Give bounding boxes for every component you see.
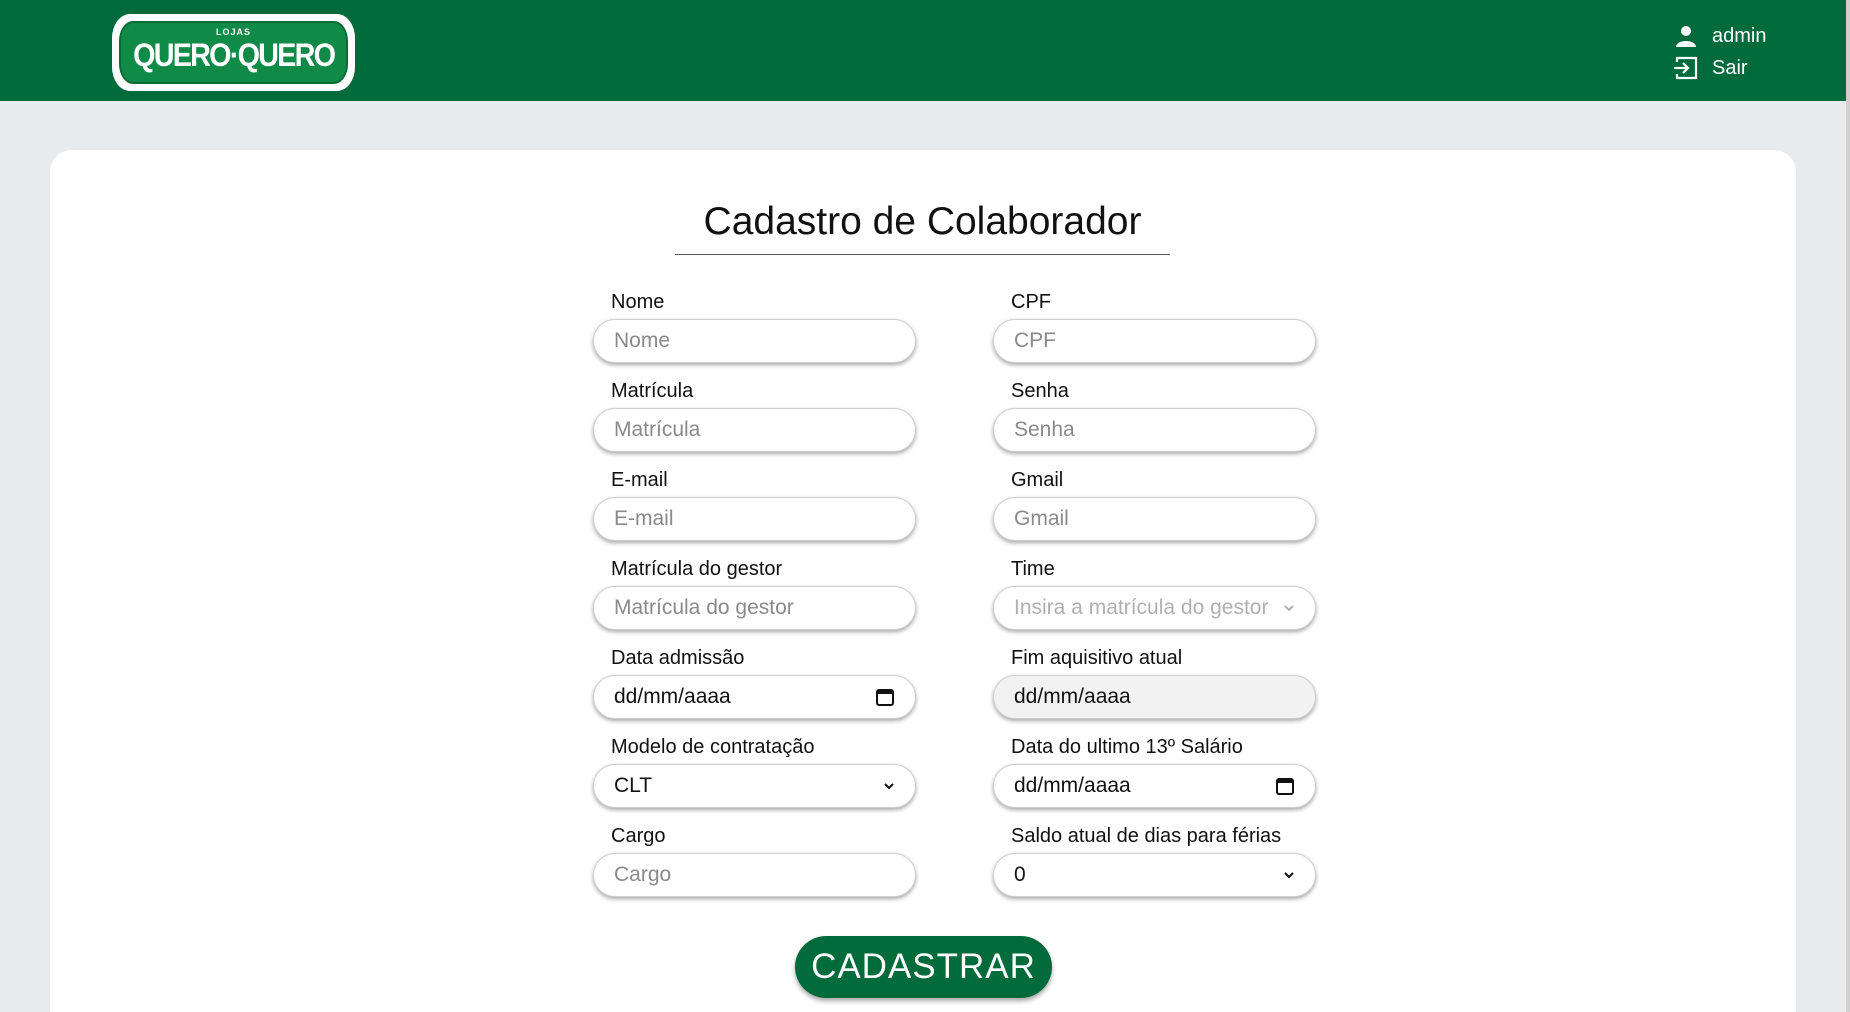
matricula-input[interactable]: Matrícula: [593, 408, 916, 452]
page-title: Cadastro de Colaborador: [703, 200, 1142, 243]
calendar-icon[interactable]: [875, 687, 895, 707]
matricula-gestor-input[interactable]: Matrícula do gestor: [593, 586, 916, 630]
data-admissao-input[interactable]: dd/mm/aaaa: [593, 675, 916, 719]
chevron-down-icon: [883, 780, 895, 792]
data-admissao-label: Data admissão: [611, 647, 745, 669]
time-placeholder: Insira a matrícula do gestor: [1014, 596, 1269, 619]
cadastrar-button[interactable]: CADASTRAR: [795, 936, 1052, 998]
brand-logo[interactable]: LOJAS QUERO·QUERO: [112, 14, 355, 91]
modelo-contratacao-select[interactable]: CLT: [593, 764, 916, 808]
modelo-contratacao-value: CLT: [614, 774, 653, 797]
data-admissao-value: dd/mm/aaaa: [614, 685, 731, 708]
ultimo-13-label: Data do ultimo 13º Salário: [1011, 736, 1243, 758]
nome-label: Nome: [611, 291, 665, 313]
fim-aquisitivo-label: Fim aquisitivo atual: [1011, 647, 1183, 669]
gmail-label: Gmail: [1011, 469, 1064, 491]
cargo-label: Cargo: [611, 825, 666, 847]
matricula-label: Matrícula: [611, 380, 694, 402]
chevron-down-icon: [1283, 602, 1295, 614]
email-input[interactable]: E-mail: [593, 497, 916, 541]
matricula-gestor-label: Matrícula do gestor: [611, 558, 783, 580]
logout-button[interactable]: Sair: [1672, 52, 1812, 84]
user-icon: [1672, 22, 1700, 50]
nome-input[interactable]: Nome: [593, 319, 916, 363]
logout-label: Sair: [1712, 56, 1748, 79]
cpf-label: CPF: [1011, 291, 1051, 313]
cargo-input[interactable]: Cargo: [593, 853, 916, 897]
app-header: LOJAS QUERO·QUERO admin Sair: [0, 0, 1850, 101]
time-select[interactable]: Insira a matrícula do gestor: [993, 586, 1316, 630]
brand-logo-subtext: LOJAS: [215, 27, 251, 37]
gmail-input[interactable]: Gmail: [993, 497, 1316, 541]
saldo-ferias-label: Saldo atual de dias para férias: [1011, 825, 1282, 847]
user-profile-link[interactable]: admin: [1672, 20, 1812, 52]
fim-aquisitivo-value: dd/mm/aaaa: [1014, 685, 1131, 708]
cpf-input[interactable]: CPF: [993, 319, 1316, 363]
calendar-icon[interactable]: [1275, 776, 1295, 796]
ultimo-13-value: dd/mm/aaaa: [1014, 774, 1131, 797]
saldo-ferias-select[interactable]: 0: [993, 853, 1316, 897]
modelo-contratacao-label: Modelo de contratação: [611, 736, 815, 758]
title-divider: [675, 254, 1170, 255]
time-label: Time: [1011, 558, 1055, 580]
email-label: E-mail: [611, 469, 668, 491]
brand-logo-badge: LOJAS QUERO·QUERO: [119, 21, 348, 84]
user-menu: admin Sair: [1672, 20, 1812, 84]
username-label: admin: [1712, 24, 1767, 47]
senha-label: Senha: [1011, 380, 1069, 402]
page-scrollbar[interactable]: [1846, 0, 1850, 1012]
ultimo-13-input[interactable]: dd/mm/aaaa: [993, 764, 1316, 808]
fim-aquisitivo-input: dd/mm/aaaa: [993, 675, 1316, 719]
form-card: [50, 150, 1796, 1012]
brand-logo-text: QUERO·QUERO: [132, 37, 336, 73]
senha-input[interactable]: Senha: [993, 408, 1316, 452]
chevron-down-icon: [1283, 869, 1295, 881]
saldo-ferias-value: 0: [1014, 863, 1026, 886]
logout-icon: [1672, 54, 1700, 82]
